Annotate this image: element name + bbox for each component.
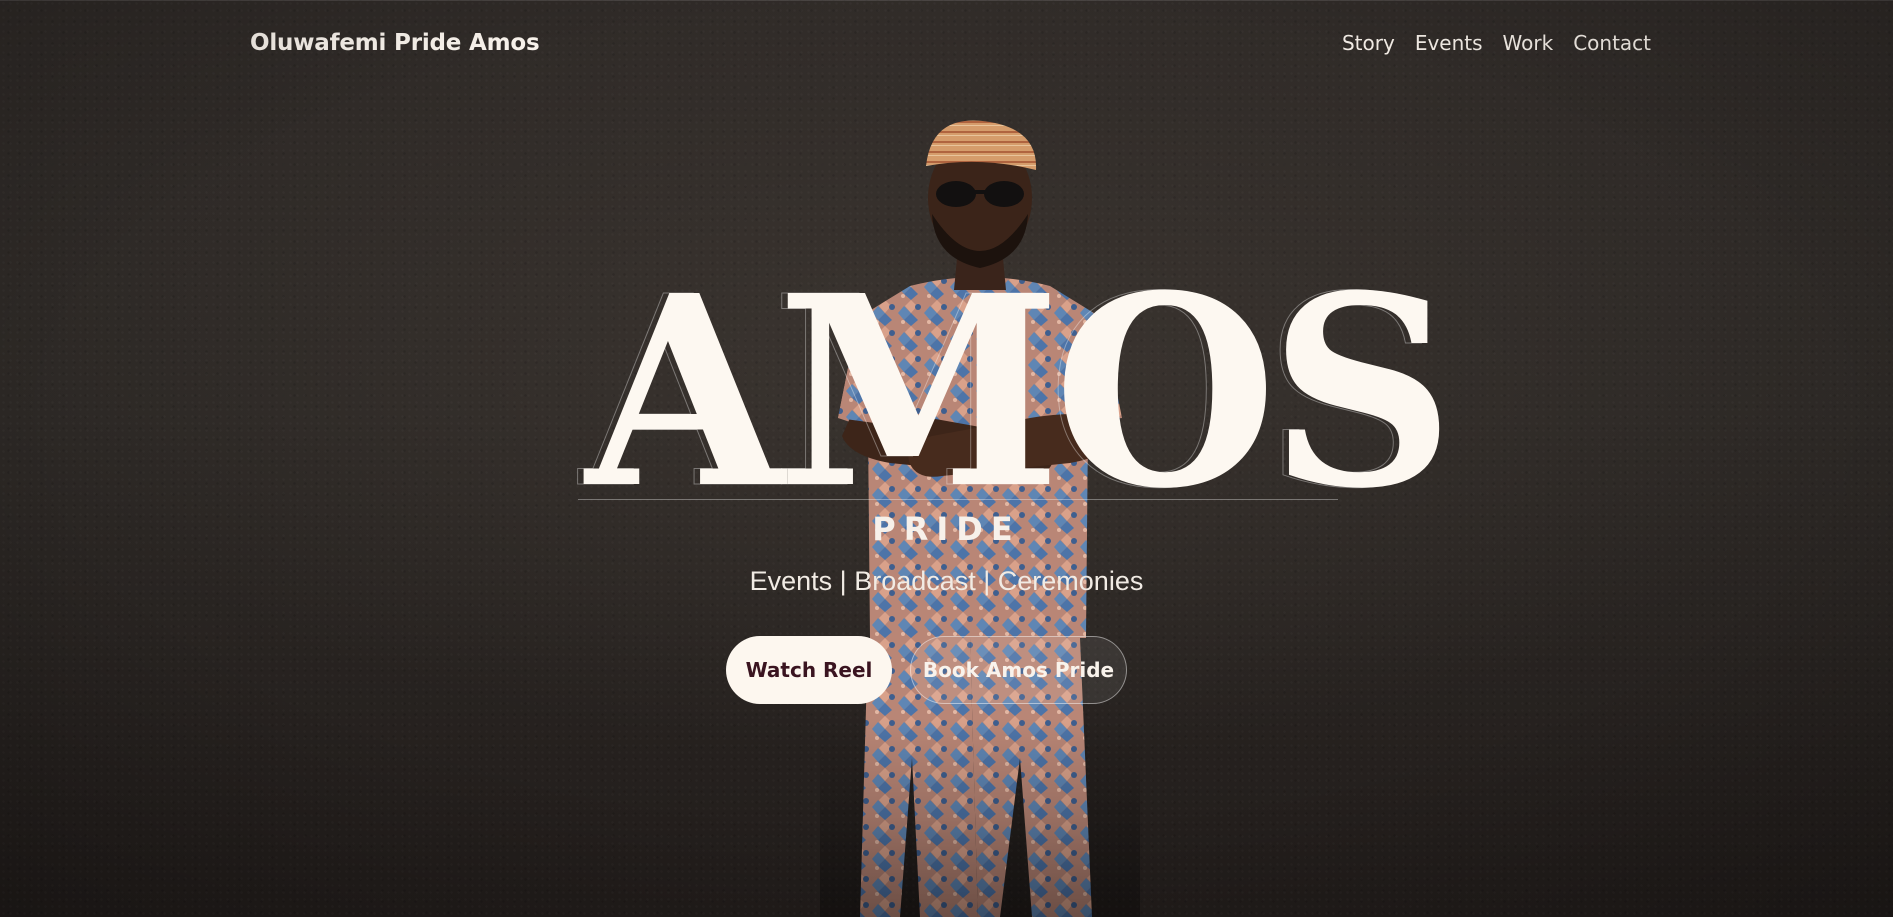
hero-tagline: Events | Broadcast | Ceremonies (749, 566, 1144, 596)
hero-subname: PRIDE (872, 510, 1021, 548)
top-border (0, 0, 1893, 1)
watch-reel-button[interactable]: Watch Reel (726, 636, 892, 704)
hero-actions: Watch Reel Book Amos Pride (0, 636, 1893, 704)
nav-link-contact[interactable]: Contact (1573, 31, 1651, 55)
wordmark-baseline (578, 499, 1338, 500)
nav-link-events[interactable]: Events (1415, 31, 1483, 55)
top-navigation: Oluwafemi Pride Amos Story Events Work C… (250, 28, 1651, 58)
nav-link-work[interactable]: Work (1503, 31, 1554, 55)
nav-link-story[interactable]: Story (1342, 31, 1395, 55)
hero-wordmark: AMOS (585, 238, 1455, 546)
brand-logo-link[interactable]: Oluwafemi Pride Amos (250, 30, 540, 56)
book-amos-pride-button[interactable]: Book Amos Pride (910, 636, 1127, 704)
hero-section: Oluwafemi Pride Amos Story Events Work C… (0, 0, 1893, 917)
nav-links: Story Events Work Contact (1342, 31, 1651, 55)
